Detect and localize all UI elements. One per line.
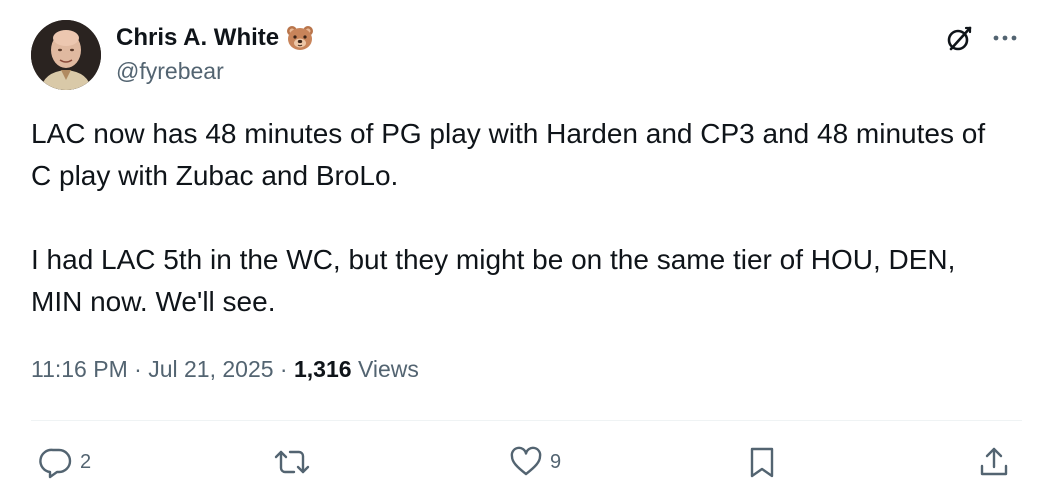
author-name-row: Chris A. White xyxy=(116,22,315,54)
tweet-text: LAC now has 48 minutes of PG play with H… xyxy=(31,113,991,323)
share-icon xyxy=(976,444,1012,480)
reply-button[interactable]: 2 xyxy=(38,440,91,484)
author-display-name[interactable]: Chris A. White xyxy=(116,24,279,52)
tweet-date[interactable]: Jul 21, 2025 xyxy=(148,356,273,382)
like-button[interactable]: 9 xyxy=(508,440,561,484)
bear-face-emoji-icon xyxy=(285,23,315,53)
meta-separator: · xyxy=(279,356,288,382)
avatar-photo-icon xyxy=(31,20,101,90)
tweet-card: Chris A. White @fyrebear LAC now has 48 … xyxy=(0,0,1048,487)
author-avatar[interactable] xyxy=(31,20,101,90)
heart-icon xyxy=(508,444,544,480)
tweet-metadata: 11:16 PM · Jul 21, 2025 · 1,316 Views xyxy=(31,356,419,383)
share-button[interactable] xyxy=(976,440,1012,484)
author-handle[interactable]: @fyrebear xyxy=(116,58,224,85)
tweet-time[interactable]: 11:16 PM xyxy=(31,356,128,382)
tweet-paragraph: I had LAC 5th in the WC, but they might … xyxy=(31,244,956,317)
more-options-icon[interactable] xyxy=(988,22,1022,56)
bookmark-button[interactable] xyxy=(744,440,780,484)
views-label: Views xyxy=(357,356,419,382)
actions-divider xyxy=(31,420,1022,421)
like-count: 9 xyxy=(550,450,562,473)
tweet-paragraph: LAC now has 48 minutes of PG play with H… xyxy=(31,118,986,191)
bookmark-icon xyxy=(744,444,780,480)
action-bar: 2 9 xyxy=(0,440,1048,484)
reply-count: 2 xyxy=(80,450,92,473)
repost-icon xyxy=(272,444,312,480)
reply-icon xyxy=(38,444,74,480)
grok-icon[interactable] xyxy=(942,22,976,56)
repost-button[interactable] xyxy=(272,440,312,484)
meta-separator: · xyxy=(134,356,142,382)
views-count: 1,316 xyxy=(293,356,352,382)
